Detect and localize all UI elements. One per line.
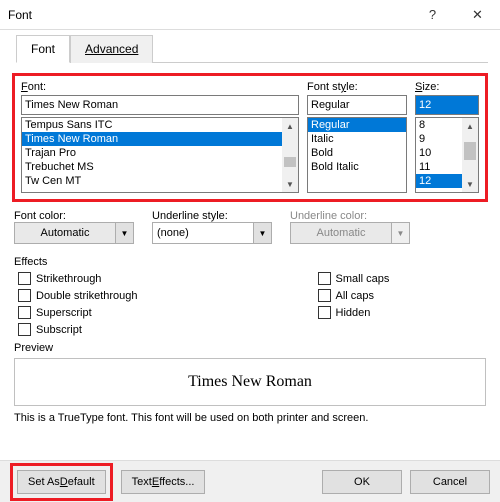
effects-label: Effects <box>14 256 488 268</box>
dialog-footer: Set As Default Text Effects... OK Cancel <box>0 460 500 502</box>
font-selection-highlight: Font: Tempus Sans ITC Times New Roman Tr… <box>12 73 488 202</box>
font-scrollbar[interactable]: ▲ ▼ <box>282 118 298 192</box>
checkbox-double-strikethrough[interactable]: Double strikethrough <box>18 289 138 302</box>
checkbox-superscript[interactable]: Superscript <box>18 306 138 319</box>
chevron-down-icon: ▼ <box>115 223 133 243</box>
tab-advanced[interactable]: Advanced <box>70 35 153 63</box>
tab-font[interactable]: Font <box>16 35 70 63</box>
list-item[interactable]: 11 <box>416 160 462 174</box>
checkbox-small-caps[interactable]: Small caps <box>318 272 390 285</box>
tab-strip: Font Advanced <box>16 34 488 63</box>
scroll-up-icon[interactable]: ▲ <box>462 118 478 134</box>
set-default-button[interactable]: Set As Default <box>17 470 106 494</box>
preview-hint: This is a TrueType font. This font will … <box>14 412 486 424</box>
list-item[interactable]: Regular <box>308 118 406 132</box>
list-item[interactable]: 9 <box>416 132 462 146</box>
set-default-highlight: Set As Default <box>10 463 113 501</box>
close-button[interactable]: ✕ <box>455 0 500 30</box>
checkbox-hidden[interactable]: Hidden <box>318 306 390 319</box>
checkbox-all-caps[interactable]: All caps <box>318 289 390 302</box>
list-item[interactable]: Bold <box>308 146 406 160</box>
scroll-down-icon[interactable]: ▼ <box>282 176 298 192</box>
list-item[interactable]: 10 <box>416 146 462 160</box>
underline-color-label: Underline color: <box>290 210 410 222</box>
chevron-down-icon: ▼ <box>253 223 271 243</box>
checkbox-subscript[interactable]: Subscript <box>18 323 138 336</box>
list-item[interactable]: 8 <box>416 118 462 132</box>
help-button[interactable]: ? <box>410 0 455 30</box>
underline-style-label: Underline style: <box>152 210 272 222</box>
list-item[interactable]: Bold Italic <box>308 160 406 174</box>
cancel-button[interactable]: Cancel <box>410 470 490 494</box>
font-name-input[interactable] <box>21 95 299 115</box>
size-scrollbar[interactable]: ▲ ▼ <box>462 118 478 192</box>
ok-button[interactable]: OK <box>322 470 402 494</box>
font-color-label: Font color: <box>14 210 134 222</box>
underline-color-combo: Automatic ▼ <box>290 222 410 244</box>
font-listbox[interactable]: Tempus Sans ITC Times New Roman Trajan P… <box>21 117 299 193</box>
list-item[interactable]: Trebuchet MS <box>22 160 282 174</box>
list-item[interactable]: Trajan Pro <box>22 146 282 160</box>
font-color-combo[interactable]: Automatic ▼ <box>14 222 134 244</box>
text-effects-button[interactable]: Text Effects... <box>121 470 206 494</box>
list-item[interactable]: Times New Roman <box>22 132 282 146</box>
titlebar: Font ? ✕ <box>0 0 500 30</box>
list-item[interactable]: 12 <box>416 174 462 188</box>
preview-box: Times New Roman <box>14 358 486 406</box>
chevron-down-icon: ▼ <box>391 223 409 243</box>
size-label: Size: <box>415 81 479 93</box>
window-title: Font <box>0 8 32 22</box>
checkbox-strikethrough[interactable]: Strikethrough <box>18 272 138 285</box>
list-item[interactable]: Tempus Sans ITC <box>22 118 282 132</box>
list-item[interactable]: Tw Cen MT <box>22 174 282 188</box>
scroll-down-icon[interactable]: ▼ <box>462 176 478 192</box>
font-size-input[interactable] <box>415 95 479 115</box>
scroll-up-icon[interactable]: ▲ <box>282 118 298 134</box>
fontstyle-label: Font style: <box>307 81 407 93</box>
dialog-body: Font Advanced Font: Tempus Sans ITC Time… <box>0 30 500 442</box>
preview-label: Preview <box>14 342 488 354</box>
underline-style-combo[interactable]: (none) ▼ <box>152 222 272 244</box>
font-style-input[interactable] <box>307 95 407 115</box>
size-listbox[interactable]: 8 9 10 11 12 ▲ ▼ <box>415 117 479 193</box>
list-item[interactable]: Italic <box>308 132 406 146</box>
style-listbox[interactable]: Regular Italic Bold Bold Italic <box>307 117 407 193</box>
font-label: Font: <box>21 81 299 93</box>
